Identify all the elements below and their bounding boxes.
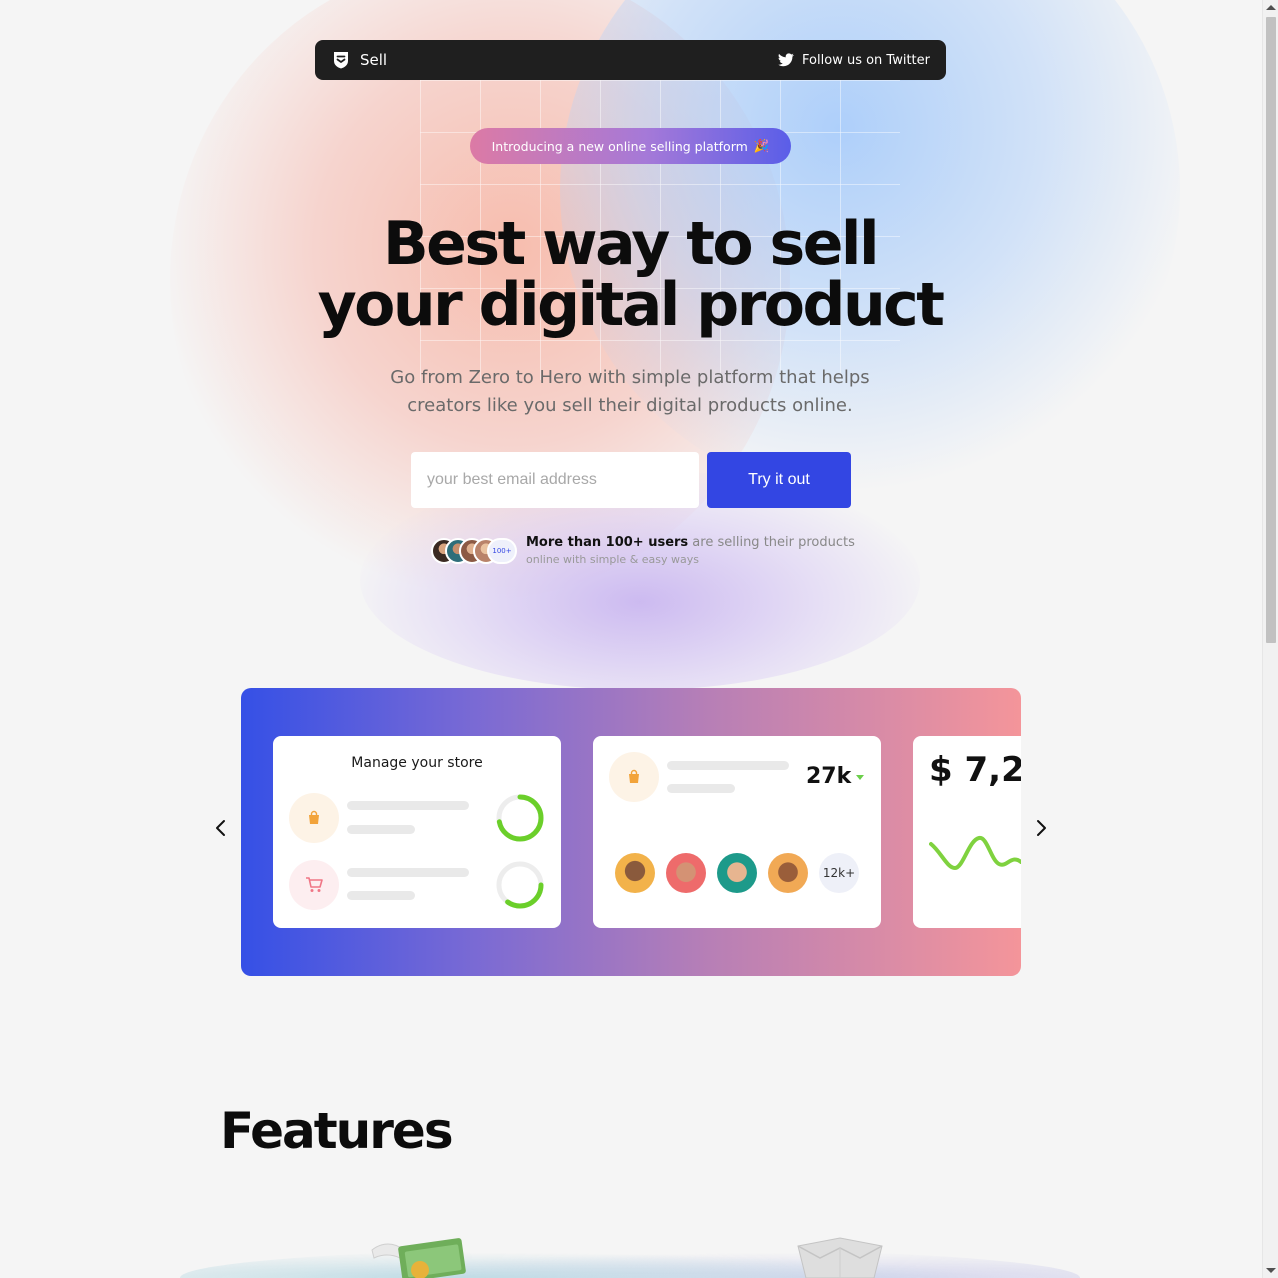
- placeholder-line: [347, 868, 469, 877]
- caret-down-icon: [856, 775, 864, 780]
- hero-title: Best way to sell your digital product: [200, 214, 1060, 336]
- progress-ring: [496, 861, 544, 909]
- social-proof-text: More than 100+ users are selling their p…: [526, 534, 855, 568]
- hero-title-line-2: your digital product: [317, 270, 945, 340]
- brand-name: Sell: [360, 51, 388, 69]
- social-proof-highlight: More than 100+ users: [526, 535, 689, 550]
- chevron-left-icon[interactable]: [209, 816, 233, 840]
- twitter-label: Follow us on Twitter: [802, 52, 930, 68]
- progress-ring: [496, 794, 544, 842]
- hero-subtitle-line-2: creators like you sell their digital pro…: [407, 395, 853, 416]
- email-input[interactable]: [411, 452, 699, 508]
- user-avatar-stack: 100+: [431, 538, 517, 564]
- store-card-title: Manage your store: [351, 755, 483, 771]
- placeholder-line: [347, 801, 469, 810]
- features-glow: [180, 1248, 1080, 1278]
- bag-icon: [609, 752, 659, 802]
- hero-subtitle: Go from Zero to Hero with simple platfor…: [340, 364, 920, 420]
- store-card: Manage your store: [273, 736, 561, 928]
- social-proof: 100+ More than 100+ users are selling th…: [431, 534, 855, 568]
- scroll-up-arrow-icon[interactable]: [1266, 5, 1276, 10]
- scrollbar-thumb[interactable]: [1266, 17, 1276, 643]
- placeholder-line: [347, 891, 415, 900]
- brand[interactable]: Sell: [331, 50, 387, 70]
- bag-icon: [289, 793, 339, 843]
- placeholder-line: [667, 784, 735, 793]
- money-wings-icon: [371, 1238, 466, 1278]
- hero-background: [0, 0, 1262, 700]
- try-it-out-button[interactable]: Try it out: [707, 452, 851, 508]
- placeholder-line: [347, 825, 415, 834]
- scroll-down-arrow-icon[interactable]: [1266, 1268, 1276, 1273]
- cart-icon: [289, 860, 339, 910]
- dashboard-carousel: Manage your store 27k 12k+ $ 7,2: [241, 688, 1021, 976]
- placeholder-line: [667, 761, 789, 770]
- features-title: Features: [220, 1102, 454, 1160]
- shield-logo-icon: [334, 52, 348, 69]
- user-count-badge: 100+: [487, 538, 517, 564]
- revenue-card: $ 7,28: [913, 736, 1021, 928]
- hero-title-line-1: Best way to sell: [382, 209, 880, 279]
- avatar: [717, 853, 757, 893]
- customers-card: 27k 12k+: [593, 736, 881, 928]
- top-navbar: Sell Follow us on Twitter: [315, 40, 946, 80]
- hero-subtitle-line-1: Go from Zero to Hero with simple platfor…: [390, 367, 870, 388]
- social-proof-rest: are selling their products: [688, 535, 855, 550]
- more-users-badge: 12k+: [819, 853, 859, 893]
- twitter-icon: [778, 53, 794, 67]
- announcement-pill[interactable]: Introducing a new online selling platfor…: [470, 128, 791, 164]
- party-popper-icon: 🎉: [753, 138, 770, 153]
- revenue-amount: $ 7,28: [929, 750, 1021, 790]
- takeout-box-icon: [797, 1237, 883, 1278]
- social-proof-line-2: online with simple & easy ways: [526, 553, 699, 566]
- page-scrollbar[interactable]: [1262, 0, 1278, 1278]
- sparkline: [929, 836, 1021, 871]
- chevron-right-icon[interactable]: [1029, 816, 1053, 840]
- announcement-text: Introducing a new online selling platfor…: [491, 138, 748, 154]
- twitter-link[interactable]: Follow us on Twitter: [778, 53, 930, 68]
- avatar: [768, 853, 808, 893]
- avatar: [615, 853, 655, 893]
- stat-value: 27k: [806, 764, 852, 789]
- avatar: [666, 853, 706, 893]
